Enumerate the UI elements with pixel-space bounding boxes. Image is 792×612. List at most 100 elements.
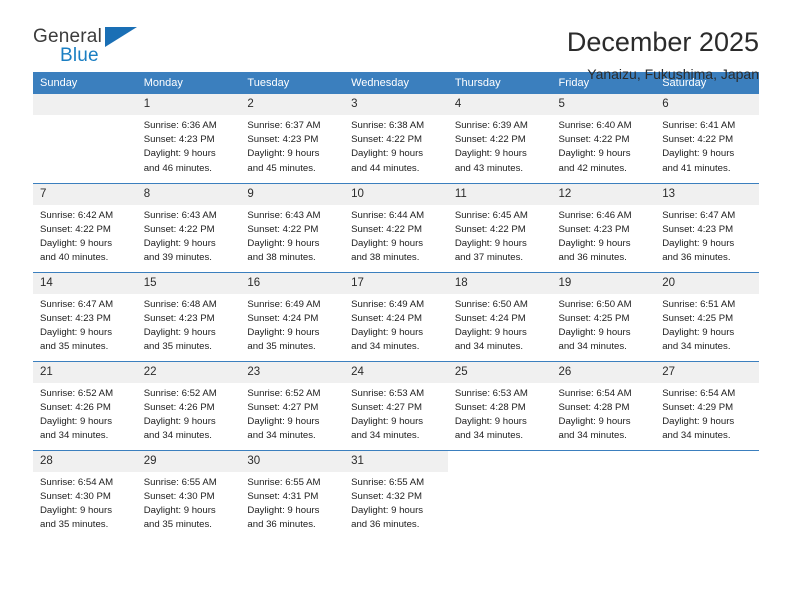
day-number: 1 <box>136 94 241 115</box>
weekday-header-sunday: Sunday <box>33 72 137 94</box>
daylight-text-line2: and 34 minutes. <box>40 430 109 442</box>
sunrise-text: Sunrise: 6:41 AM <box>662 120 736 131</box>
day-cell[interactable]: 19 Sunrise: 6:50 AM Sunset: 4:25 PM Dayl… <box>551 271 656 361</box>
day-cell[interactable] <box>33 94 137 183</box>
day-cell[interactable]: 13 Sunrise: 6:47 AM Sunset: 4:23 PM Dayl… <box>655 182 759 272</box>
day-cell[interactable]: 7 Sunrise: 6:42 AM Sunset: 4:22 PM Dayli… <box>33 182 137 272</box>
daylight-text-line2: and 37 minutes. <box>454 252 524 264</box>
daylight-text-line2: and 34 minutes. <box>454 430 524 442</box>
day-details: Sunrise: 6:50 AM Sunset: 4:25 PM Dayligh… <box>552 294 656 355</box>
daylight-text-line2: and 34 minutes. <box>247 430 316 442</box>
day-cell[interactable]: 30 Sunrise: 6:55 AM Sunset: 4:31 PM Dayl… <box>240 449 345 539</box>
day-cell[interactable]: 15 Sunrise: 6:48 AM Sunset: 4:23 PM Dayl… <box>136 271 241 361</box>
daylight-text-line1: Daylight: 9 hours <box>143 237 216 249</box>
day-cell[interactable]: 27 Sunrise: 6:54 AM Sunset: 4:29 PM Dayl… <box>655 360 759 450</box>
day-cell[interactable]: 4 Sunrise: 6:39 AM Sunset: 4:22 PM Dayli… <box>447 94 552 183</box>
day-cell[interactable]: 3 Sunrise: 6:38 AM Sunset: 4:22 PM Dayli… <box>344 94 448 183</box>
sunset-text: Sunset: 4:24 PM <box>454 312 526 324</box>
week-row: 28 Sunrise: 6:54 AM Sunset: 4:30 PM Dayl… <box>33 449 759 539</box>
daylight-text-line1: Daylight: 9 hours <box>558 237 631 249</box>
day-cell[interactable]: 28 Sunrise: 6:54 AM Sunset: 4:30 PM Dayl… <box>33 449 137 539</box>
sunset-text: Sunset: 4:26 PM <box>40 401 111 413</box>
sunrise-text: Sunrise: 6:54 AM <box>662 387 736 399</box>
day-cell[interactable]: 8 Sunrise: 6:43 AM Sunset: 4:22 PM Dayli… <box>136 182 241 272</box>
sunset-text: Sunset: 4:29 PM <box>662 401 734 413</box>
sunrise-text: Sunrise: 6:51 AM <box>662 298 736 310</box>
weekday-header-thursday: Thursday <box>447 72 552 94</box>
daylight-text-line1: Daylight: 9 hours <box>558 415 631 427</box>
day-number: 31 <box>344 450 448 472</box>
daylight-text-line1: Daylight: 9 hours <box>40 326 112 338</box>
sunset-text: Sunset: 4:22 PM <box>351 223 423 235</box>
sunrise-text: Sunrise: 6:38 AM <box>351 120 425 131</box>
calendar-table: Sunday Monday Tuesday Wednesday Thursday… <box>33 72 759 539</box>
day-cell[interactable]: 11 Sunrise: 6:45 AM Sunset: 4:22 PM Dayl… <box>447 182 552 272</box>
page-header: General Blue December 2025 Yanaizu, Fuku… <box>33 0 759 82</box>
daylight-text-line1: Daylight: 9 hours <box>662 415 735 427</box>
sunrise-text: Sunrise: 6:54 AM <box>40 476 114 488</box>
day-cell[interactable]: 21 Sunrise: 6:52 AM Sunset: 4:26 PM Dayl… <box>33 360 137 450</box>
day-number: 5 <box>551 94 656 115</box>
daylight-text-line1: Daylight: 9 hours <box>40 237 112 249</box>
daylight-text-line2: and 34 minutes. <box>558 341 627 353</box>
daylight-text-line1: Daylight: 9 hours <box>454 326 527 338</box>
sunset-text: Sunset: 4:25 PM <box>662 312 734 324</box>
day-cell[interactable]: 2 Sunrise: 6:37 AM Sunset: 4:23 PM Dayli… <box>240 94 345 183</box>
day-details: Sunrise: 6:37 AM Sunset: 4:23 PM Dayligh… <box>240 115 344 176</box>
day-cell-empty <box>447 449 552 539</box>
daylight-text-line2: and 39 minutes. <box>143 252 212 264</box>
sunrise-text: Sunrise: 6:47 AM <box>662 209 736 221</box>
day-cell[interactable]: 1 Sunrise: 6:36 AM Sunset: 4:23 PM Dayli… <box>136 94 241 183</box>
day-details: Sunrise: 6:52 AM Sunset: 4:27 PM Dayligh… <box>240 383 344 444</box>
day-number: 24 <box>344 361 448 383</box>
day-details: Sunrise: 6:50 AM Sunset: 4:24 PM Dayligh… <box>448 294 552 355</box>
day-cell[interactable]: 6 Sunrise: 6:41 AM Sunset: 4:22 PM Dayli… <box>655 94 759 183</box>
sunset-text: Sunset: 4:22 PM <box>351 134 423 146</box>
day-cell[interactable]: 29 Sunrise: 6:55 AM Sunset: 4:30 PM Dayl… <box>136 449 241 539</box>
sunrise-text: Sunrise: 6:45 AM <box>454 209 528 221</box>
day-cell[interactable]: 25 Sunrise: 6:53 AM Sunset: 4:28 PM Dayl… <box>447 360 552 450</box>
daylight-text-line2: and 43 minutes. <box>454 162 524 174</box>
triangle-logo-icon <box>105 27 137 47</box>
sunset-text: Sunset: 4:30 PM <box>143 490 215 502</box>
daylight-text-line1: Daylight: 9 hours <box>351 237 424 249</box>
day-number: 29 <box>136 450 241 472</box>
sunset-text: Sunset: 4:22 PM <box>40 223 111 235</box>
brand-logo[interactable]: General Blue <box>33 26 143 72</box>
day-details: Sunrise: 6:43 AM Sunset: 4:22 PM Dayligh… <box>240 205 344 266</box>
sunset-text: Sunset: 4:23 PM <box>143 134 215 146</box>
sunset-text: Sunset: 4:22 PM <box>558 134 630 146</box>
sunrise-text: Sunrise: 6:40 AM <box>558 120 632 131</box>
daylight-text-line2: and 35 minutes. <box>40 519 109 531</box>
sunset-text: Sunset: 4:27 PM <box>351 401 423 413</box>
day-cell[interactable]: 18 Sunrise: 6:50 AM Sunset: 4:24 PM Dayl… <box>447 271 552 361</box>
day-details: Sunrise: 6:47 AM Sunset: 4:23 PM Dayligh… <box>655 205 759 266</box>
sunrise-text: Sunrise: 6:39 AM <box>454 120 528 131</box>
day-cell[interactable]: 5 Sunrise: 6:40 AM Sunset: 4:22 PM Dayli… <box>551 94 656 183</box>
sunrise-text: Sunrise: 6:52 AM <box>40 387 114 399</box>
day-cell[interactable]: 24 Sunrise: 6:53 AM Sunset: 4:27 PM Dayl… <box>344 360 448 450</box>
week-row: 7 Sunrise: 6:42 AM Sunset: 4:22 PM Dayli… <box>33 182 759 272</box>
day-cell[interactable]: 10 Sunrise: 6:44 AM Sunset: 4:22 PM Dayl… <box>344 182 448 272</box>
day-details: Sunrise: 6:55 AM Sunset: 4:32 PM Dayligh… <box>344 472 448 533</box>
day-cell[interactable]: 16 Sunrise: 6:49 AM Sunset: 4:24 PM Dayl… <box>240 271 345 361</box>
day-cell[interactable]: 23 Sunrise: 6:52 AM Sunset: 4:27 PM Dayl… <box>240 360 345 450</box>
daylight-text-line1: Daylight: 9 hours <box>143 415 216 427</box>
day-cell[interactable]: 22 Sunrise: 6:52 AM Sunset: 4:26 PM Dayl… <box>136 360 241 450</box>
day-cell[interactable]: 9 Sunrise: 6:43 AM Sunset: 4:22 PM Dayli… <box>240 182 345 272</box>
day-cell[interactable]: 14 Sunrise: 6:47 AM Sunset: 4:23 PM Dayl… <box>33 271 137 361</box>
sunset-text: Sunset: 4:31 PM <box>247 490 319 502</box>
brand-word-blue: Blue <box>60 45 99 66</box>
sunrise-text: Sunrise: 6:50 AM <box>454 298 528 310</box>
day-cell[interactable]: 12 Sunrise: 6:46 AM Sunset: 4:23 PM Dayl… <box>551 182 656 272</box>
daylight-text-line1: Daylight: 9 hours <box>40 504 112 516</box>
day-cell[interactable]: 17 Sunrise: 6:49 AM Sunset: 4:24 PM Dayl… <box>344 271 448 361</box>
daylight-text-line2: and 35 minutes. <box>247 341 316 353</box>
day-cell[interactable]: 31 Sunrise: 6:55 AM Sunset: 4:32 PM Dayl… <box>344 449 448 539</box>
sunrise-text: Sunrise: 6:53 AM <box>454 387 528 399</box>
daylight-text-line2: and 36 minutes. <box>558 252 627 264</box>
day-cell[interactable]: 26 Sunrise: 6:54 AM Sunset: 4:28 PM Dayl… <box>551 360 656 450</box>
day-number: 9 <box>240 183 345 205</box>
sunset-text: Sunset: 4:28 PM <box>454 401 526 413</box>
day-cell[interactable]: 20 Sunrise: 6:51 AM Sunset: 4:25 PM Dayl… <box>655 271 759 361</box>
